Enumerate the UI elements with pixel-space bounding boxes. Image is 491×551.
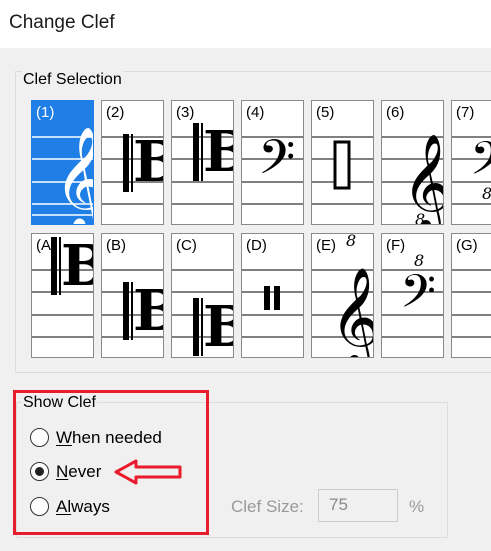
svg-text:B: B	[61, 234, 94, 299]
tile-label: (C)	[176, 237, 197, 254]
clef-tile-f[interactable]: (F) 8 𝄢	[381, 233, 444, 358]
red-arrow-icon	[114, 459, 182, 485]
clef-tile-a[interactable]: (A) B	[31, 233, 94, 358]
clef-tile-1[interactable]: (1) 𝄞	[31, 100, 94, 225]
tile-label: (B)	[106, 237, 126, 254]
percent-label: %	[409, 497, 425, 516]
tile-label: (2)	[106, 104, 125, 121]
clef-tile-b[interactable]: (B) B	[101, 233, 164, 358]
svg-text:8: 8	[346, 234, 356, 250]
tile-label: (G)	[456, 237, 478, 254]
radio-label: Always	[56, 497, 110, 516]
tile-label: (E)	[316, 237, 336, 254]
tile-label: (4)	[246, 104, 265, 121]
radio-button[interactable]	[30, 428, 49, 447]
svg-text:𝄢: 𝄢	[258, 129, 295, 197]
svg-text:B: B	[133, 129, 164, 195]
tile-label: (A)	[36, 237, 56, 254]
window-title: Change Clef	[9, 12, 115, 33]
clef-tile-5[interactable]: (5)	[311, 100, 374, 225]
tile-label: (1)	[36, 104, 55, 121]
tile-label: (3)	[176, 104, 195, 121]
tile-label: (D)	[246, 237, 267, 254]
clef-tile-3[interactable]: (3) B	[171, 100, 234, 225]
svg-text:8: 8	[482, 184, 491, 203]
clef-tile-c[interactable]: (C) B	[171, 233, 234, 358]
clef-tile-4[interactable]: (4) 𝄢	[241, 100, 304, 225]
clef-selection-label: Clef Selection	[22, 71, 123, 89]
svg-text:8: 8	[415, 210, 425, 225]
clef-size-label: Clef Size:	[231, 497, 304, 516]
clef-tile-g[interactable]: (G)	[451, 233, 491, 358]
svg-text:B: B	[203, 294, 234, 358]
svg-text:B: B	[133, 278, 164, 344]
clef-tile-e[interactable]: (E) 8 𝄞	[311, 233, 374, 358]
clef-tile-d[interactable]: (D)	[241, 233, 304, 358]
tile-label: (F)	[386, 237, 406, 254]
radio-label: Never	[56, 462, 102, 481]
radio-button[interactable]	[30, 462, 49, 481]
clef-tile-2[interactable]: (2) B	[101, 100, 164, 225]
radio-label: When needed	[56, 428, 162, 447]
svg-text:𝄞: 𝄞	[330, 267, 374, 358]
svg-text:𝄞: 𝄞	[54, 126, 94, 225]
title-bar: Change Clef	[0, 0, 491, 48]
radio-button[interactable]	[30, 497, 49, 516]
clef-tile-6[interactable]: (6) 𝄞 8	[381, 100, 444, 225]
tile-label: (7)	[456, 104, 475, 121]
tile-label: (6)	[386, 104, 405, 121]
clef-tile-7[interactable]: (7) 𝄢 8	[451, 100, 491, 225]
svg-text:𝄢: 𝄢	[400, 265, 436, 330]
show-clef-label: Show Clef	[22, 394, 97, 412]
tile-label: (5)	[316, 104, 335, 121]
svg-text:B: B	[203, 119, 234, 185]
clef-size-input[interactable]: 75	[318, 489, 398, 522]
